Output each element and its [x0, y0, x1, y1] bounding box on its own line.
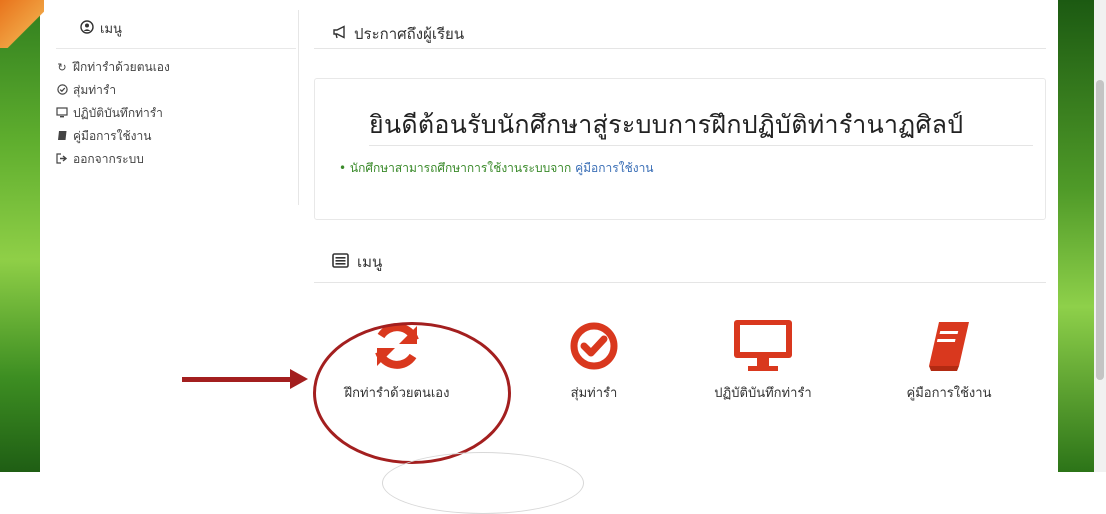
sidebar-item-label: ปฏิบัติบันทึกท่ารำ — [73, 106, 163, 120]
sidebar: เมนู ↻ ฝึกท่ารำด้วยตนเอง สุ่มท่ารำ ปฏิบั… — [56, 18, 296, 166]
sidebar-divider — [56, 48, 296, 49]
menu-divider — [314, 282, 1046, 283]
sidebar-title: เมนู — [56, 18, 296, 39]
welcome-divider — [369, 145, 1033, 146]
monitor-icon — [688, 318, 838, 374]
annotation-arrow-head — [290, 369, 308, 389]
sidebar-title-text: เมนู — [100, 22, 122, 37]
sidebar-item-logout[interactable]: ออกจากระบบ — [56, 148, 170, 171]
left-green-border — [0, 0, 44, 472]
bullhorn-icon — [332, 25, 348, 43]
refresh-icon: ↻ — [57, 61, 67, 74]
sidebar-item-label: สุ่มท่ารำ — [73, 83, 117, 97]
sidebar-item-label: คู่มือการใช้งาน — [73, 129, 152, 143]
sidebar-menu: ↻ ฝึกท่ารำด้วยตนเอง สุ่มท่ารำ ปฏิบัติบัน… — [56, 56, 170, 171]
sidebar-item-record[interactable]: ปฏิบัติบันทึกท่ารำ — [56, 102, 170, 125]
sign-out-icon — [56, 152, 68, 167]
tile-record[interactable]: ปฏิบัติบันทึกท่ารำ — [688, 318, 838, 403]
user-circle-icon — [80, 19, 94, 38]
scrollbar[interactable] — [1094, 0, 1106, 472]
monitor-icon — [56, 106, 68, 121]
tile-label: สุ่มท่ารำ — [570, 386, 618, 401]
tile-label: คู่มือการใช้งาน — [906, 386, 992, 401]
list-alt-icon — [332, 252, 349, 272]
menu-section-header: เมนู — [332, 250, 382, 274]
sidebar-vertical-divider — [298, 10, 299, 205]
sidebar-item-practice[interactable]: ↻ ฝึกท่ารำด้วยตนเอง — [56, 56, 170, 79]
scrollbar-thumb[interactable] — [1096, 80, 1104, 380]
book-icon — [884, 318, 1014, 374]
corner-logo — [0, 0, 44, 48]
announcement-header: ประกาศถึงผู้เรียน — [332, 22, 464, 46]
welcome-heading: ยินดีต้อนรับนักศึกษาสู่ระบบการฝึกปฏิบัติ… — [369, 110, 964, 139]
tile-label: ปฏิบัติบันทึกท่ารำ — [714, 386, 812, 401]
book-icon — [56, 130, 68, 144]
sidebar-item-label: ฝึกท่ารำด้วยตนเอง — [73, 60, 170, 74]
watermark-stamp — [382, 452, 584, 514]
sidebar-item-label: ออกจากระบบ — [73, 152, 144, 166]
tile-manual[interactable]: คู่มือการใช้งาน — [884, 318, 1014, 403]
annotation-highlight-ellipse — [313, 322, 511, 464]
manual-link[interactable]: คู่มือการใช้งาน — [575, 161, 653, 175]
tile-random[interactable]: สุ่มท่ารำ — [534, 318, 654, 403]
check-circle-icon — [56, 83, 68, 98]
sidebar-item-random[interactable]: สุ่มท่ารำ — [56, 79, 170, 102]
welcome-panel: ยินดีต้อนรับนักศึกษาสู่ระบบการฝึกปฏิบัติ… — [314, 78, 1046, 220]
note-text: นักศึกษาสามารถศึกษาการใช้งานระบบจาก — [349, 161, 572, 175]
annotation-arrow-shaft — [182, 377, 294, 382]
header-divider — [314, 48, 1046, 49]
sidebar-item-manual[interactable]: คู่มือการใช้งาน — [56, 125, 170, 148]
note-bullet: • — [339, 161, 350, 175]
check-circle-icon — [534, 318, 654, 374]
manual-note: • นักศึกษาสามารถศึกษาการใช้งานระบบจาก คู… — [339, 159, 654, 178]
menu-section-title: เมนู — [357, 253, 383, 271]
announcement-title: ประกาศถึงผู้เรียน — [354, 25, 465, 43]
